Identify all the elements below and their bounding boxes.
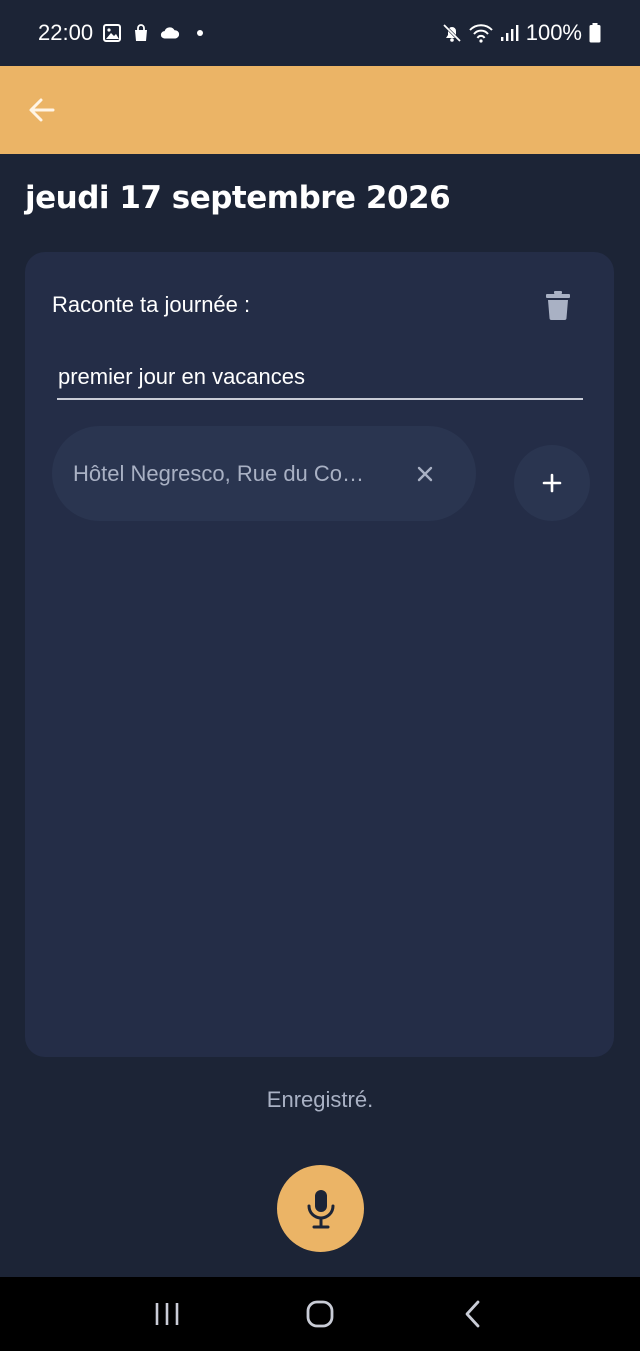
- recent-apps-icon: [155, 1303, 178, 1325]
- microphone-icon: [307, 1189, 334, 1228]
- card-prompt: Raconte ta journée :: [52, 292, 251, 317]
- back-button[interactable]: [24, 92, 60, 128]
- save-status: Enregistré.: [266, 1087, 374, 1112]
- wifi-icon: [468, 23, 494, 43]
- recent-apps-button[interactable]: [142, 1289, 192, 1339]
- page-title: jeudi 17 septembre 2026: [25, 180, 451, 216]
- home-button[interactable]: [295, 1289, 345, 1339]
- shopping-bag-icon: [131, 23, 151, 43]
- status-bar: 22:00 100%: [0, 0, 640, 66]
- home-icon: [306, 1300, 334, 1328]
- battery-percent: 100%: [525, 20, 582, 45]
- dot-icon: [197, 30, 204, 36]
- add-location-button[interactable]: [514, 445, 590, 521]
- location-chip-label: Hôtel Negresco, Rue du Co…: [73, 460, 365, 486]
- mute-icon: [442, 23, 462, 43]
- status-left: 22:00: [38, 20, 204, 46]
- back-nav-button[interactable]: [448, 1289, 498, 1339]
- signal-icon: [500, 23, 520, 43]
- system-nav-bar: [0, 1277, 640, 1351]
- app-bar: [0, 66, 640, 154]
- arrow-left-icon: [29, 98, 55, 122]
- status-time: 22:00: [38, 20, 94, 45]
- cloud-icon: [160, 23, 180, 43]
- remove-location-button[interactable]: [410, 459, 440, 489]
- delete-entry-button[interactable]: [541, 288, 575, 322]
- close-icon: [417, 466, 433, 482]
- plus-icon: [542, 473, 562, 493]
- trash-icon: [546, 291, 570, 320]
- battery-icon: [588, 23, 602, 43]
- record-button[interactable]: [277, 1165, 364, 1252]
- location-chip[interactable]: Hôtel Negresco, Rue du Co…: [52, 426, 476, 521]
- status-right: 100%: [442, 20, 602, 46]
- journal-card: Raconte ta journée : Hôtel Negresco, Rue…: [25, 252, 614, 1057]
- back-icon: [465, 1300, 480, 1328]
- entry-text-field[interactable]: [57, 362, 583, 400]
- image-icon: [102, 23, 122, 43]
